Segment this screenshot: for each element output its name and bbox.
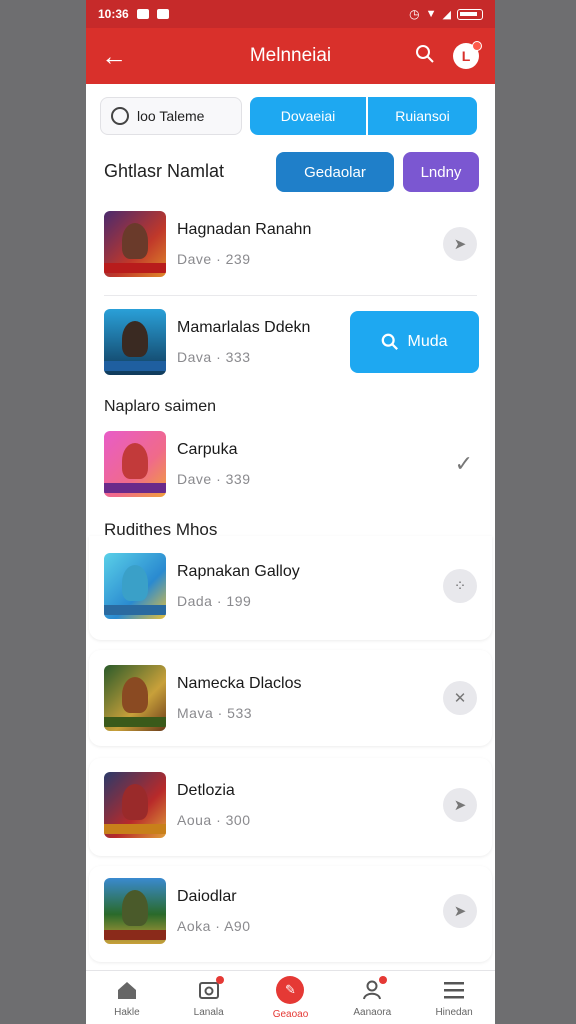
nav-label: Aanaora bbox=[353, 1006, 392, 1018]
home-icon bbox=[115, 978, 139, 1002]
item-sub: Dave · 339 bbox=[177, 471, 251, 487]
item-name: Namecka Dlaclos bbox=[177, 675, 302, 692]
close-icon[interactable]: ✕ bbox=[443, 681, 477, 715]
search-icon[interactable] bbox=[405, 44, 445, 69]
character-figure bbox=[122, 890, 148, 926]
thumbnail-banner bbox=[104, 263, 166, 273]
back-arrow-icon[interactable]: ← bbox=[86, 41, 142, 72]
section-title: Ghtlasr Namlat bbox=[104, 161, 225, 181]
thumbnail-banner bbox=[104, 930, 166, 940]
filter-chip-label: loo Taleme bbox=[137, 108, 205, 124]
avatar[interactable]: L bbox=[453, 41, 482, 69]
item-sub: Aoua · 300 bbox=[177, 812, 251, 828]
item-sub: Aoka · A90 bbox=[177, 918, 251, 934]
item-sub: Dava · 333 bbox=[177, 349, 251, 365]
character-figure bbox=[122, 677, 148, 713]
nav-label: Hakle bbox=[114, 1006, 140, 1018]
list-item[interactable]: Daiodlar Aoka · A90 ➤ bbox=[86, 868, 495, 954]
notification-icon bbox=[136, 9, 149, 19]
phone-screen: 10:36 ◷ ▼ ◢ ← Melnneiai L loo Taleme Dov… bbox=[86, 0, 495, 1024]
item-name: Hagnadan Ranahn bbox=[177, 221, 312, 238]
camera-icon bbox=[197, 975, 224, 1002]
nav-item-profile[interactable]: Aanaora bbox=[331, 971, 413, 1024]
thumbnail-banner bbox=[104, 361, 166, 371]
item-name: Mamarlalas Ddekn bbox=[177, 319, 311, 336]
item-name: Carpuka bbox=[177, 441, 238, 458]
character-figure bbox=[122, 223, 148, 259]
list-item[interactable]: Rapnakan Galloy Dada · 199 ⁘ bbox=[86, 543, 495, 629]
list-item[interactable]: Hagnadan Ranahn Dave · 239 ➤ bbox=[86, 201, 495, 287]
nav-item-home[interactable]: Hakle bbox=[86, 971, 168, 1024]
item-sub: Mava · 533 bbox=[177, 705, 253, 721]
notification-dot bbox=[379, 975, 388, 984]
game-thumbnail bbox=[104, 431, 166, 497]
thumbnail-banner bbox=[104, 717, 166, 727]
alarm-icon: ◷ bbox=[409, 7, 420, 21]
tab-second[interactable]: Ruiansoi bbox=[366, 97, 477, 135]
status-time: 10:36 bbox=[98, 7, 129, 21]
signal-icon: ◢ bbox=[442, 8, 451, 21]
divider bbox=[104, 295, 477, 296]
thumbnail-banner bbox=[104, 483, 166, 493]
filter-row: loo Taleme Dovaeiai Ruiansoi bbox=[100, 96, 481, 136]
list-item[interactable]: Detlozia Aoua · 300 ➤ bbox=[86, 762, 495, 848]
nav-label: Lanala bbox=[193, 1006, 224, 1018]
item-name: Rapnakan Galloy bbox=[177, 563, 300, 580]
thumbnail-banner bbox=[104, 605, 166, 615]
nav-item-menu[interactable]: Hinedan bbox=[413, 971, 495, 1024]
character-figure bbox=[122, 321, 148, 357]
notification-dot bbox=[215, 975, 224, 984]
send-icon[interactable]: ➤ bbox=[443, 894, 477, 928]
game-thumbnail bbox=[104, 665, 166, 731]
filter-chip[interactable]: loo Taleme bbox=[100, 97, 242, 135]
dots-icon[interactable]: ⁘ bbox=[443, 569, 477, 603]
wifi-icon: ▼ bbox=[425, 8, 437, 20]
battery-icon bbox=[457, 8, 483, 20]
profile-icon bbox=[360, 975, 388, 1002]
nav-label: Hinedan bbox=[435, 1006, 473, 1018]
list-item[interactable]: Namecka Dlaclos Mava · 533 ✕ bbox=[86, 655, 495, 741]
search-icon bbox=[382, 333, 399, 350]
check-icon[interactable]: ✓ bbox=[455, 451, 473, 477]
chat-icon bbox=[111, 107, 129, 125]
list-item[interactable]: Carpuka Dave · 339 ✓ bbox=[86, 421, 495, 507]
app-bar: ← Melnneiai L bbox=[86, 28, 495, 84]
character-figure bbox=[122, 784, 148, 820]
item-name: Daiodlar bbox=[177, 888, 237, 905]
notification-dot bbox=[472, 41, 482, 51]
game-thumbnail bbox=[104, 309, 166, 375]
item-sub: Dave · 239 bbox=[177, 251, 251, 267]
main-content: loo Taleme Dovaeiai Ruiansoi Ghtlasr Nam… bbox=[86, 84, 495, 970]
item-name: Detlozia bbox=[177, 782, 235, 799]
character-figure bbox=[122, 565, 148, 601]
send-icon[interactable]: ➤ bbox=[443, 788, 477, 822]
send-icon[interactable]: ➤ bbox=[443, 227, 477, 261]
game-thumbnail bbox=[104, 878, 166, 944]
game-thumbnail bbox=[104, 772, 166, 838]
nav-item-camera[interactable]: Lanala bbox=[168, 971, 250, 1024]
nav-item-add[interactable]: ✎ Geaoao bbox=[250, 971, 332, 1024]
game-thumbnail bbox=[104, 553, 166, 619]
search-button-label: Muda bbox=[407, 333, 448, 350]
add-icon: ✎ bbox=[276, 975, 305, 1004]
primary-button[interactable]: Gedaolar bbox=[276, 152, 394, 192]
game-thumbnail bbox=[104, 211, 166, 277]
tab-first[interactable]: Dovaeiai bbox=[250, 97, 366, 135]
nav-label: Geaoao bbox=[272, 1008, 309, 1020]
secondary-button[interactable]: Lndny bbox=[403, 152, 479, 192]
menu-icon bbox=[442, 978, 466, 1002]
item-sub: Dada · 199 bbox=[177, 593, 252, 609]
character-figure bbox=[122, 443, 148, 479]
notification-icon bbox=[156, 9, 169, 19]
section-title: Naplaro saimen bbox=[104, 398, 217, 415]
thumbnail-banner bbox=[104, 824, 166, 834]
bottom-nav: Hakle Lanala ✎ Geaoao Aanaora Hinedan bbox=[86, 970, 495, 1024]
search-button[interactable]: Muda bbox=[350, 311, 479, 373]
status-bar: 10:36 ◷ ▼ ◢ bbox=[86, 0, 495, 28]
segmented-tabs: Dovaeiai Ruiansoi bbox=[250, 97, 477, 135]
